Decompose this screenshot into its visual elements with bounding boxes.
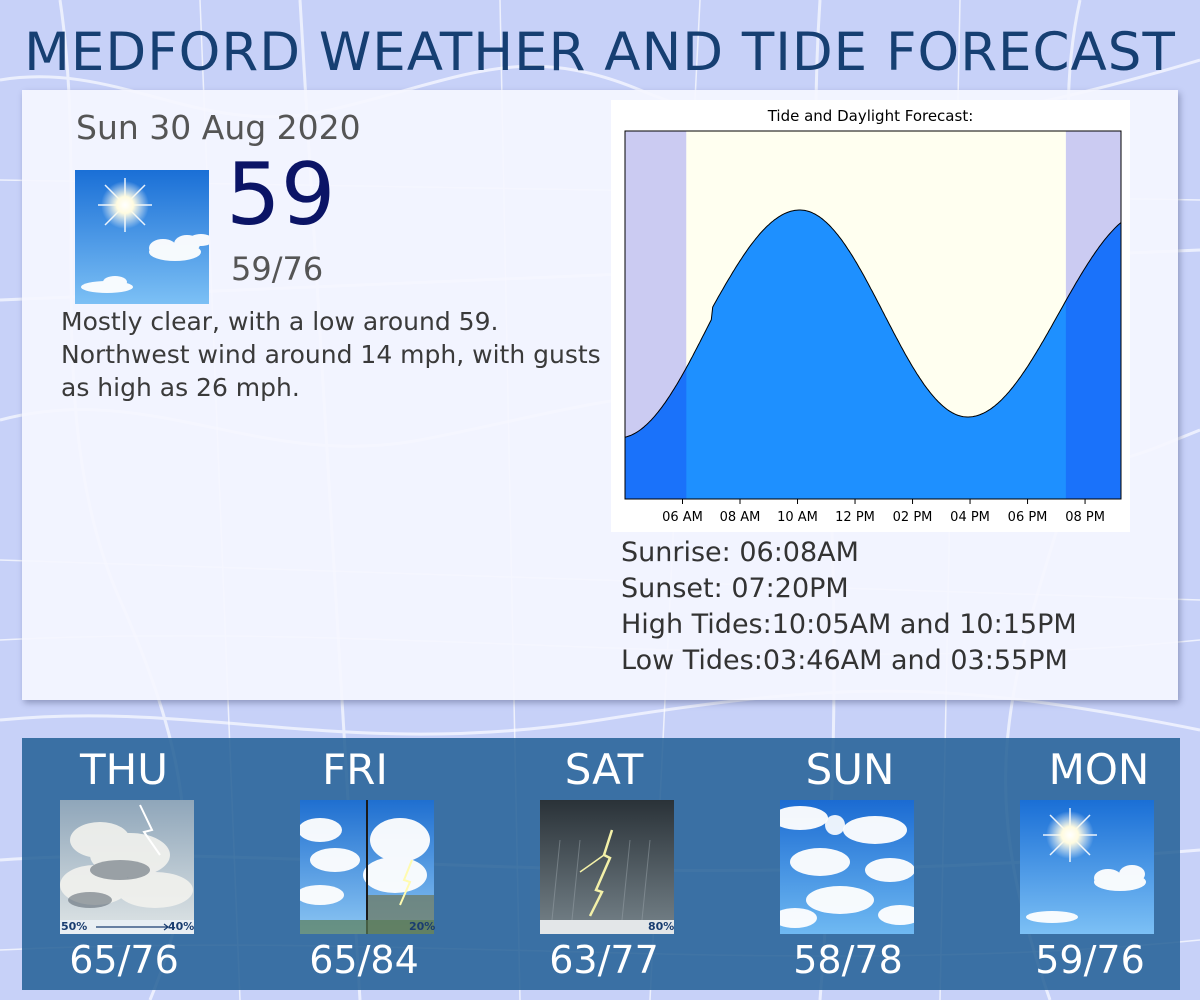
thunderstorm-clouds-icon [60,800,194,934]
forecast-temp-range: 65/76 [69,938,179,982]
precip-chance: 80% [648,920,675,933]
partly-cloudy-then-storm-icon [300,800,434,934]
precip-chance-start: 50% [61,920,88,933]
sunset-value: 07:20PM [731,573,849,604]
forecast-description: Mostly clear, with a low around 59. Nort… [61,307,601,402]
low-tides-value: 03:46AM and 03:55PM [762,645,1068,676]
precip-chance: 20% [409,920,436,933]
forecast-day-label: MON [1048,745,1150,794]
high-tides-row: High Tides:10:05AM and 10:15PM [621,607,1077,643]
page-title: MEDFORD WEATHER AND TIDE FORECAST [24,22,1176,83]
chart-title: Tide and Daylight Forecast: [767,107,974,125]
sunset-row: Sunset: 07:20PM [621,571,1077,607]
forecast-temp-range: 63/77 [549,938,659,982]
x-tick-label: 06 PM [1008,510,1048,525]
sunrise-row: Sunrise: 06:08AM [621,535,1077,571]
sunny-clouds-icon [1020,800,1154,934]
lightning-rain-icon [540,800,674,934]
x-tick-label: 12 PM [835,510,875,525]
precip-chance-end: 40% [168,920,195,933]
sunrise-value: 06:08AM [739,537,859,568]
tide-info: Sunrise: 06:08AM Sunset: 07:20PM High Ti… [621,535,1077,679]
current-date: Sun 30 Aug 2020 [76,108,361,147]
x-tick-label: 08 AM [720,510,761,525]
sunrise-label: Sunrise: [621,537,731,568]
forecast-temp-range: 58/78 [793,938,903,982]
x-tick-label: 02 PM [893,510,933,525]
forecast-day-label: SUN [805,745,895,794]
partly-cloudy-icon [780,800,914,934]
current-temperature: 59 [226,145,336,245]
x-tick-label: 06 AM [662,510,703,525]
low-tides-label: Low Tides: [621,645,763,676]
high-tides-label: High Tides: [621,609,772,640]
forecast-day-label: THU [80,745,168,794]
sunset-label: Sunset: [621,573,723,604]
low-tides-row: Low Tides:03:46AM and 03:55PM [621,643,1077,679]
current-temp-range: 59/76 [231,250,324,288]
x-tick-label: 04 PM [950,510,990,525]
forecast-temp-range: 59/76 [1035,938,1145,982]
forecast-temp-range: 65/84 [309,938,419,982]
x-tick-label: 08 PM [1065,510,1105,525]
forecast-day-label: FRI [322,745,388,794]
x-tick-label: 10 AM [777,510,818,525]
high-tides-value: 10:05AM and 10:15PM [771,609,1077,640]
tide-chart-svg: 06 AM 08 AM 10 AM 12 PM 02 PM 04 PM 06 PM 08 PM [624,130,1122,525]
sunny-clouds-icon [75,170,209,304]
forecast-day-label: SAT [564,745,644,794]
tide-chart: Tide and Daylight Forecast: 06 AM 08 AM 10… [611,100,1130,532]
